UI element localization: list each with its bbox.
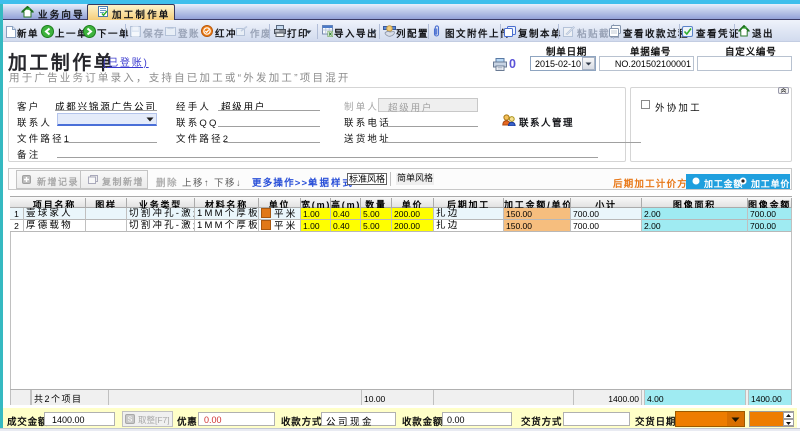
svg-text:S: S xyxy=(128,417,133,424)
